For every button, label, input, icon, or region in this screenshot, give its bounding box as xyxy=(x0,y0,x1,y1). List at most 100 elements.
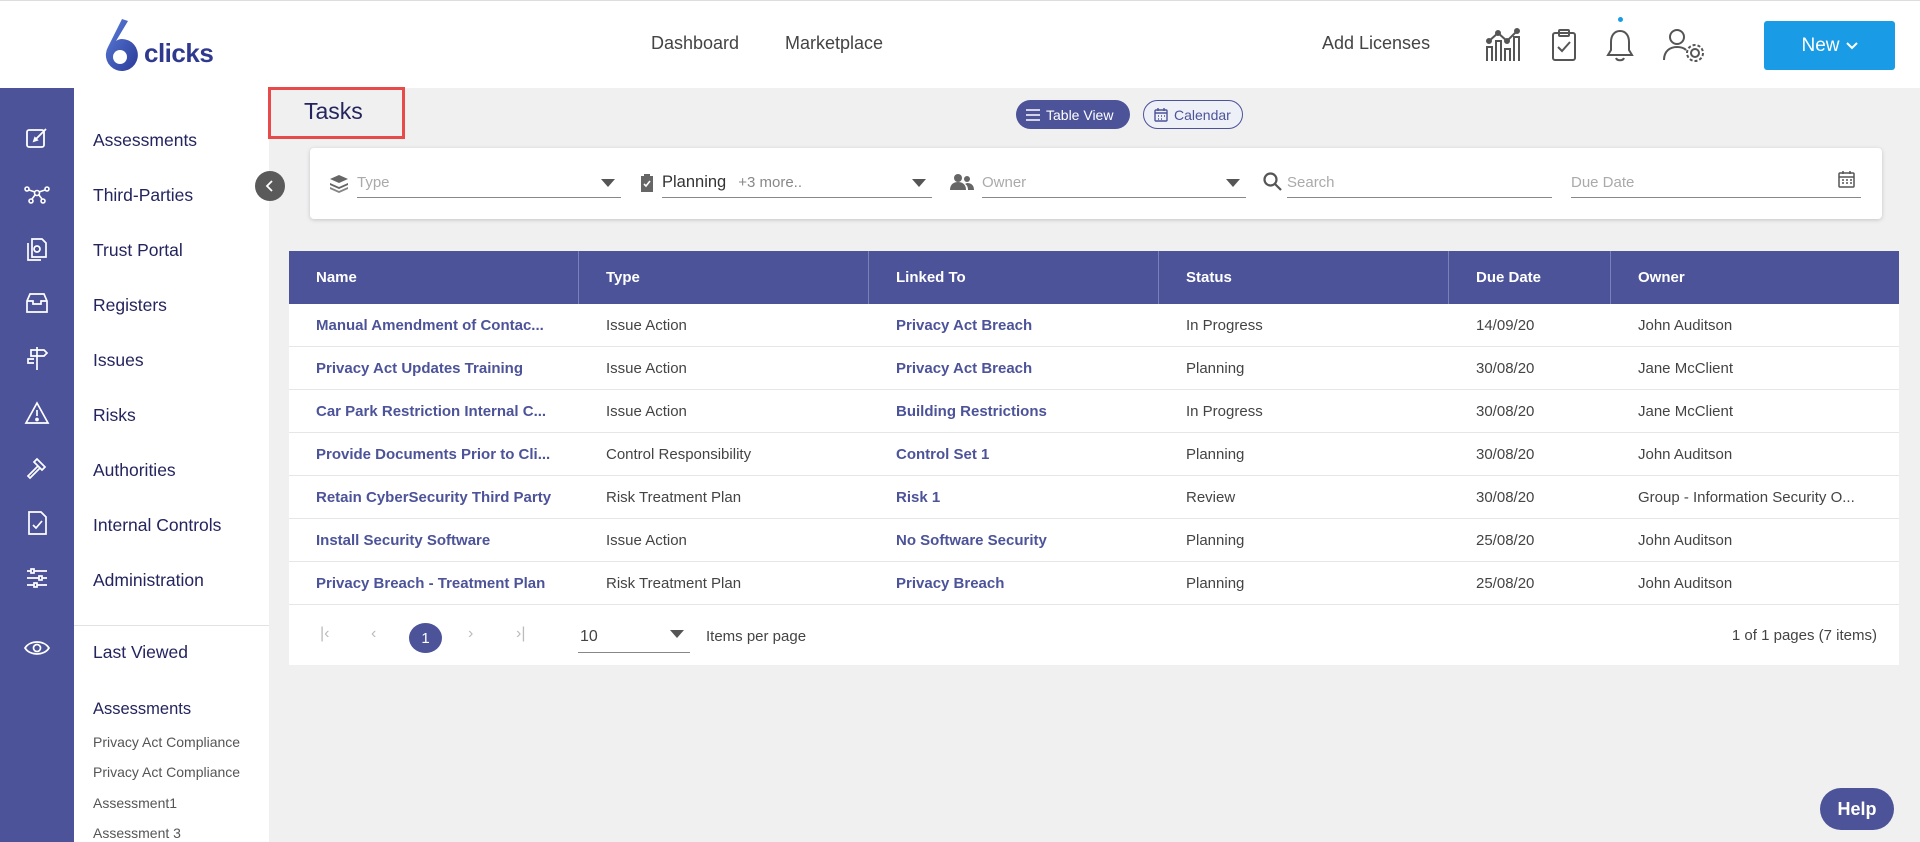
warning-icon[interactable] xyxy=(23,399,51,427)
column-header-due-date[interactable]: Due Date xyxy=(1449,251,1611,304)
page-size-select[interactable]: 10 xyxy=(578,623,690,653)
task-name-link[interactable]: Privacy Act Updates Training xyxy=(289,360,579,377)
due-date-filter[interactable]: Due Date xyxy=(1571,168,1861,198)
column-header-type[interactable]: Type xyxy=(579,251,869,304)
top-bar: clicks Dashboard Marketplace Add License… xyxy=(0,0,1920,88)
task-owner: Jane McClient xyxy=(1638,359,1734,377)
task-due-date: 25/08/20 xyxy=(1476,531,1535,549)
new-button[interactable]: New xyxy=(1764,21,1895,70)
status-filter-value: Planning xyxy=(662,173,727,191)
sidebar-item-administration[interactable]: Administration xyxy=(93,570,204,591)
sidebar-collapse-button[interactable] xyxy=(255,171,285,201)
clipboard-check-icon[interactable] xyxy=(1542,25,1586,65)
chevron-left-icon xyxy=(265,180,273,192)
table-row[interactable]: Privacy Act Updates Training Issue Actio… xyxy=(289,347,1899,390)
calendar-label: Calendar xyxy=(1174,106,1231,123)
logo-mark-icon xyxy=(105,19,138,71)
last-page-icon[interactable]: ›| xyxy=(516,625,525,643)
calendar-view-button[interactable]: Calendar xyxy=(1143,100,1243,129)
task-name-link[interactable]: Retain CyberSecurity Third Party xyxy=(289,489,579,506)
type-filter[interactable]: Type xyxy=(357,168,621,198)
sliders-icon[interactable] xyxy=(23,564,51,592)
status-filter-more: +3 more.. xyxy=(738,174,803,191)
sidebar-item-third-parties[interactable]: Third-Parties xyxy=(93,185,193,206)
task-status: Planning xyxy=(1186,445,1245,463)
bell-icon[interactable] xyxy=(1598,17,1642,65)
task-type: Issue Action xyxy=(606,402,687,420)
column-header-name[interactable]: Name xyxy=(289,251,579,304)
task-type: Issue Action xyxy=(606,531,687,549)
dropdown-caret-icon xyxy=(912,179,926,187)
gavel-icon[interactable] xyxy=(23,454,51,482)
table-row[interactable]: Provide Documents Prior to Cli... Contro… xyxy=(289,433,1899,476)
linked-to-link[interactable]: Privacy Breach xyxy=(869,575,1159,592)
sidebar-item-assessments[interactable]: Assessments xyxy=(93,130,197,151)
task-name-link[interactable]: Provide Documents Prior to Cli... xyxy=(289,446,579,463)
chevron-down-icon xyxy=(1845,41,1858,49)
analytics-icon[interactable] xyxy=(1481,25,1525,65)
column-header-linked-to[interactable]: Linked To xyxy=(869,251,1159,304)
prev-page-icon[interactable]: ‹ xyxy=(371,625,376,643)
linked-to-link[interactable]: Control Set 1 xyxy=(869,446,1159,463)
sidebar-item-trust-portal[interactable]: Trust Portal xyxy=(93,240,183,261)
documents-icon[interactable] xyxy=(23,234,51,262)
eye-icon[interactable] xyxy=(23,634,51,662)
calendar-icon xyxy=(1154,107,1168,122)
task-type: Issue Action xyxy=(606,316,687,334)
recent-item[interactable]: Assessment 3 xyxy=(93,825,181,841)
column-header-owner[interactable]: Owner xyxy=(1611,251,1899,304)
checklist-icon[interactable] xyxy=(23,509,51,537)
linked-to-link[interactable]: Risk 1 xyxy=(869,489,1159,506)
sidebar-item-issues[interactable]: Issues xyxy=(93,350,144,371)
signpost-icon[interactable] xyxy=(23,344,51,372)
type-filter-placeholder: Type xyxy=(357,174,390,191)
first-page-icon[interactable]: |‹ xyxy=(320,625,329,643)
tasks-table: Name Type Linked To Status Due Date Owne… xyxy=(289,251,1899,665)
recent-item[interactable]: Privacy Act Compliance xyxy=(93,764,240,780)
task-due-date: 14/09/20 xyxy=(1476,316,1535,334)
recent-item[interactable]: Assessment1 xyxy=(93,795,177,811)
sidebar-item-authorities[interactable]: Authorities xyxy=(93,460,176,481)
task-name-link[interactable]: Manual Amendment of Contac... xyxy=(289,317,579,334)
table-row[interactable]: Privacy Breach - Treatment Plan Risk Tre… xyxy=(289,562,1899,605)
sidebar-item-internal-controls[interactable]: Internal Controls xyxy=(93,515,221,536)
status-filter[interactable]: Planning +3 more.. xyxy=(662,168,932,198)
filter-bar: Type Planning +3 more.. Owner Search Due… xyxy=(310,148,1882,219)
sidebar-item-risks[interactable]: Risks xyxy=(93,405,136,426)
network-icon[interactable] xyxy=(23,179,51,207)
archive-icon[interactable] xyxy=(23,289,51,317)
edit-icon[interactable] xyxy=(23,124,51,152)
linked-to-link[interactable]: Privacy Act Breach xyxy=(869,317,1159,334)
table-row[interactable]: Manual Amendment of Contac... Issue Acti… xyxy=(289,304,1899,347)
linked-to-link[interactable]: No Software Security xyxy=(869,532,1159,549)
column-header-status[interactable]: Status xyxy=(1159,251,1449,304)
nav-dashboard[interactable]: Dashboard xyxy=(651,33,739,54)
next-page-icon[interactable]: › xyxy=(468,625,473,643)
help-button[interactable]: Help xyxy=(1820,788,1894,830)
task-status: Planning xyxy=(1186,359,1245,377)
task-type: Risk Treatment Plan xyxy=(606,488,742,506)
table-view-button[interactable]: Table View xyxy=(1016,100,1130,129)
items-per-page-label: Items per page xyxy=(706,628,807,645)
notification-dot xyxy=(1618,17,1623,22)
search-input[interactable]: Search xyxy=(1287,168,1552,198)
task-type: Control Responsibility xyxy=(606,445,752,463)
user-settings-icon[interactable] xyxy=(1662,25,1706,65)
recent-item[interactable]: Privacy Act Compliance xyxy=(93,734,240,750)
table-row[interactable]: Car Park Restriction Internal C... Issue… xyxy=(289,390,1899,433)
current-page-button[interactable]: 1 xyxy=(409,623,442,653)
owner-filter[interactable]: Owner xyxy=(982,168,1246,198)
sidebar-item-registers[interactable]: Registers xyxy=(93,295,167,316)
logo[interactable]: clicks xyxy=(98,17,214,75)
linked-to-link[interactable]: Building Restrictions xyxy=(869,403,1159,420)
add-licenses-link[interactable]: Add Licenses xyxy=(1322,33,1430,54)
task-name-link[interactable]: Privacy Breach - Treatment Plan xyxy=(289,575,579,592)
task-name-link[interactable]: Install Security Software xyxy=(289,532,579,549)
task-due-date: 30/08/20 xyxy=(1476,445,1535,463)
nav-marketplace[interactable]: Marketplace xyxy=(785,33,883,54)
task-name-link[interactable]: Car Park Restriction Internal C... xyxy=(289,403,579,420)
linked-to-link[interactable]: Privacy Act Breach xyxy=(869,360,1159,377)
table-row[interactable]: Retain CyberSecurity Third Party Risk Tr… xyxy=(289,476,1899,519)
calendar-icon[interactable] xyxy=(1838,171,1855,188)
table-row[interactable]: Install Security Software Issue Action N… xyxy=(289,519,1899,562)
